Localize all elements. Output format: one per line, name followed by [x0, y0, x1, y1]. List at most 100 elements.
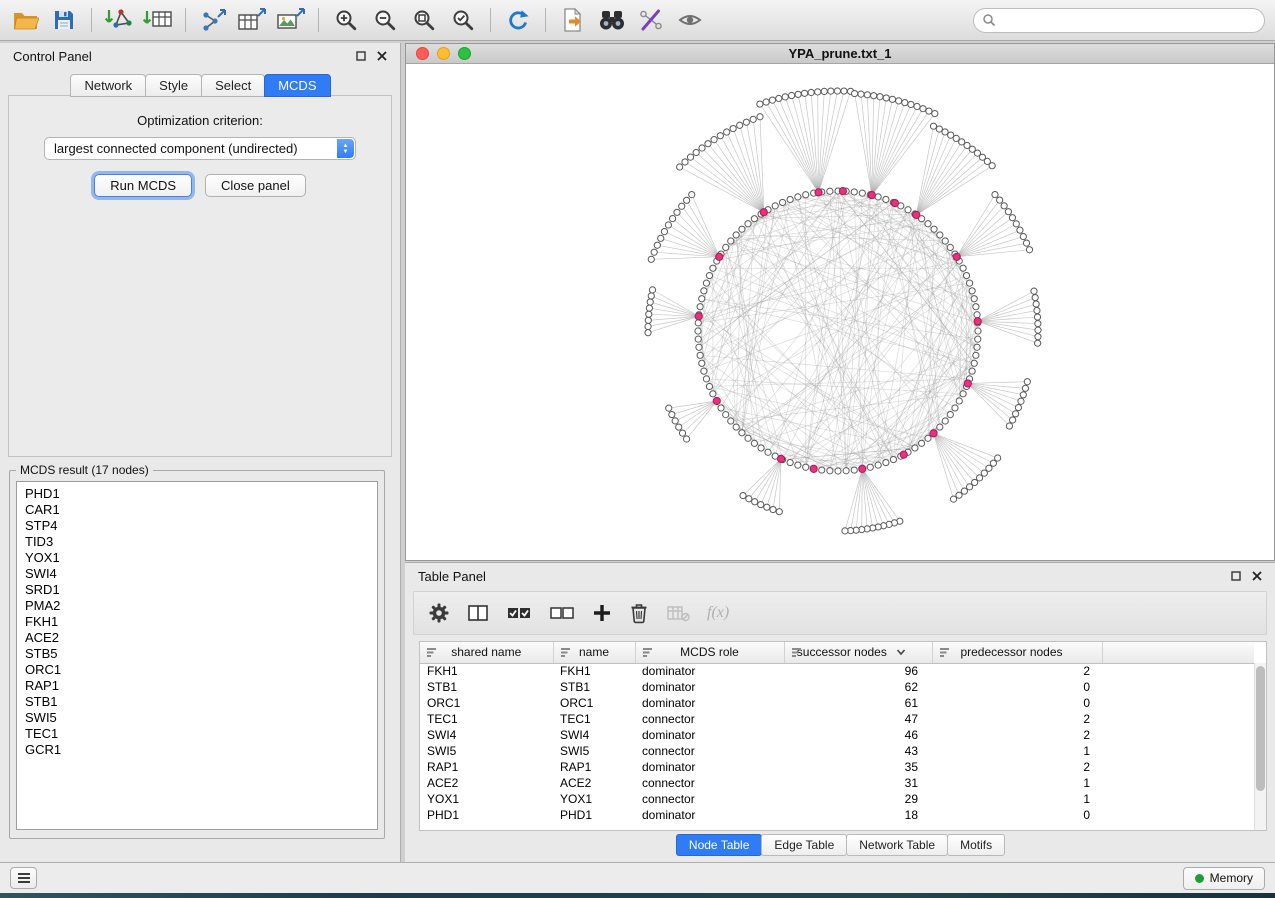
- mcds-result-item[interactable]: TID3: [25, 534, 369, 550]
- show-graphics-details-icon[interactable]: [675, 5, 705, 35]
- table-row[interactable]: SWI4SWI4dominator462: [420, 727, 1254, 743]
- mcds-result-item[interactable]: TEC1: [25, 726, 369, 742]
- table-row[interactable]: RAP1RAP1dominator352: [420, 759, 1254, 775]
- table-cell[interactable]: 2: [932, 759, 1102, 775]
- table-row[interactable]: FKH1FKH1dominator962: [420, 663, 1254, 679]
- refresh-icon[interactable]: [503, 5, 533, 35]
- export-image-icon[interactable]: [276, 5, 306, 35]
- tab-network-table[interactable]: Network Table: [846, 834, 948, 856]
- table-cell[interactable]: 1: [932, 775, 1102, 791]
- mcds-result-item[interactable]: RAP1: [25, 678, 369, 694]
- mcds-result-item[interactable]: STB1: [25, 694, 369, 710]
- show-panels-menu-icon[interactable]: [10, 867, 37, 889]
- table-row[interactable]: PHD1PHD1dominator180: [420, 807, 1254, 823]
- import-table-icon[interactable]: [143, 5, 173, 35]
- mcds-result-item[interactable]: SWI4: [25, 566, 369, 582]
- zoom-fit-icon[interactable]: [409, 5, 439, 35]
- export-table-icon[interactable]: [237, 5, 267, 35]
- table-cell[interactable]: TEC1: [553, 711, 635, 727]
- table-cell[interactable]: 2: [932, 711, 1102, 727]
- table-cell[interactable]: PHD1: [553, 807, 635, 823]
- table-cell[interactable]: 0: [932, 807, 1102, 823]
- select-all-icon[interactable]: [506, 603, 532, 623]
- table-cell[interactable]: connector: [635, 775, 784, 791]
- mcds-result-item[interactable]: PMA2: [25, 598, 369, 614]
- table-cell[interactable]: 18: [784, 807, 932, 823]
- table-cell[interactable]: 61: [784, 695, 932, 711]
- column-header-predecessor-nodes[interactable]: predecessor nodes: [932, 642, 1102, 663]
- table-cell[interactable]: STB1: [420, 679, 553, 695]
- mcds-result-item[interactable]: CAR1: [25, 502, 369, 518]
- mcds-result-item[interactable]: ACE2: [25, 630, 369, 646]
- memory-button[interactable]: Memory: [1183, 867, 1265, 890]
- tab-mcds[interactable]: MCDS: [264, 74, 330, 97]
- column-header-shared-name[interactable]: shared name: [420, 642, 553, 663]
- mcds-result-item[interactable]: ORC1: [25, 662, 369, 678]
- table-cell[interactable]: SWI4: [553, 727, 635, 743]
- close-panel-icon[interactable]: [377, 51, 387, 61]
- table-cell[interactable]: 1: [932, 743, 1102, 759]
- table-cell[interactable]: 96: [784, 663, 932, 679]
- table-row[interactable]: TEC1TEC1connector472: [420, 711, 1254, 727]
- zoom-in-icon[interactable]: [331, 5, 361, 35]
- mcds-result-item[interactable]: PHD1: [25, 486, 369, 502]
- table-cell[interactable]: 0: [932, 695, 1102, 711]
- show-columns-icon[interactable]: [467, 603, 489, 623]
- mcds-result-item[interactable]: YOX1: [25, 550, 369, 566]
- mcds-result-item[interactable]: GCR1: [25, 742, 369, 758]
- table-cell[interactable]: dominator: [635, 759, 784, 775]
- table-cell[interactable]: dominator: [635, 679, 784, 695]
- column-header-name[interactable]: name: [553, 642, 635, 663]
- mcds-result-item[interactable]: STB5: [25, 646, 369, 662]
- table-row[interactable]: STB1STB1dominator620: [420, 679, 1254, 695]
- table-scrollbar[interactable]: [1254, 663, 1266, 830]
- table-cell[interactable]: TEC1: [420, 711, 553, 727]
- table-cell[interactable]: dominator: [635, 727, 784, 743]
- table-cell[interactable]: dominator: [635, 807, 784, 823]
- column-menu-icon[interactable]: [791, 647, 802, 661]
- mcds-result-item[interactable]: STP4: [25, 518, 369, 534]
- table-cell[interactable]: 35: [784, 759, 932, 775]
- table-cell[interactable]: 1: [932, 791, 1102, 807]
- table-cell[interactable]: 43: [784, 743, 932, 759]
- table-cell[interactable]: 29: [784, 791, 932, 807]
- settings-gear-icon[interactable]: [428, 602, 450, 624]
- criterion-dropdown[interactable]: largest connected component (undirected)…: [44, 137, 356, 160]
- column-menu-icon[interactable]: [560, 647, 571, 661]
- float-panel-icon[interactable]: [356, 51, 366, 61]
- tab-motifs[interactable]: Motifs: [947, 834, 1005, 856]
- window-maximize-icon[interactable]: [458, 47, 471, 60]
- column-menu-icon[interactable]: [426, 647, 437, 661]
- tab-network[interactable]: Network: [70, 74, 146, 97]
- run-mcds-button[interactable]: Run MCDS: [94, 174, 192, 197]
- add-column-icon[interactable]: [592, 603, 612, 623]
- table-cell[interactable]: 31: [784, 775, 932, 791]
- table-cell[interactable]: connector: [635, 711, 784, 727]
- open-file-icon[interactable]: [10, 5, 40, 35]
- table-cell[interactable]: ACE2: [420, 775, 553, 791]
- table-cell[interactable]: RAP1: [553, 759, 635, 775]
- mcds-result-item[interactable]: SRD1: [25, 582, 369, 598]
- export-network-icon[interactable]: [198, 5, 228, 35]
- float-panel-icon[interactable]: [1231, 571, 1241, 581]
- tab-select[interactable]: Select: [201, 74, 265, 97]
- scrollbar-thumb[interactable]: [1256, 666, 1265, 791]
- mcds-result-item[interactable]: FKH1: [25, 614, 369, 630]
- zoom-out-icon[interactable]: [370, 5, 400, 35]
- table-cell[interactable]: ACE2: [553, 775, 635, 791]
- share-document-icon[interactable]: [558, 5, 588, 35]
- column-header-successor-nodes[interactable]: successor nodes: [784, 642, 932, 663]
- table-row[interactable]: ACE2ACE2connector311: [420, 775, 1254, 791]
- import-network-icon[interactable]: [104, 5, 134, 35]
- network-canvas[interactable]: [406, 64, 1274, 560]
- table-cell[interactable]: 62: [784, 679, 932, 695]
- table-cell[interactable]: FKH1: [553, 663, 635, 679]
- table-cell[interactable]: dominator: [635, 663, 784, 679]
- table-row[interactable]: YOX1YOX1connector291: [420, 791, 1254, 807]
- first-neighbors-icon[interactable]: [597, 5, 627, 35]
- table-cell[interactable]: FKH1: [420, 663, 553, 679]
- table-cell[interactable]: ORC1: [420, 695, 553, 711]
- zoom-selected-icon[interactable]: [448, 5, 478, 35]
- table-cell[interactable]: PHD1: [420, 807, 553, 823]
- table-cell[interactable]: STB1: [553, 679, 635, 695]
